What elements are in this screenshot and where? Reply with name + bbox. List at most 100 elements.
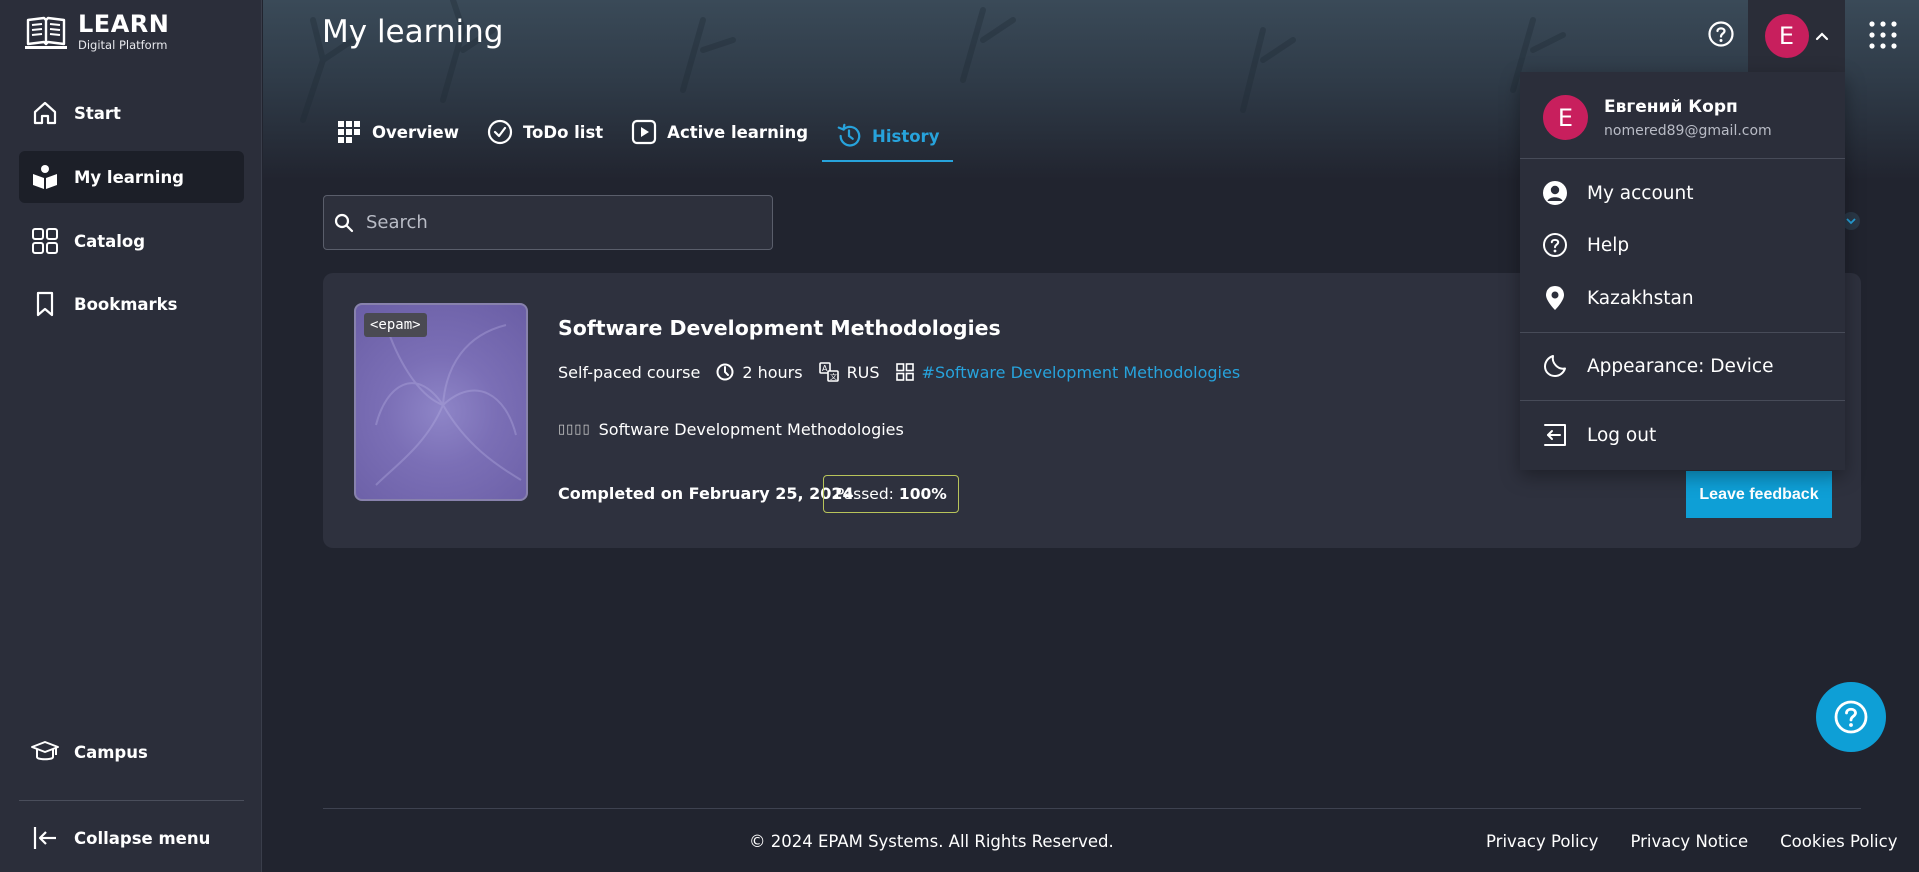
bookmark-icon bbox=[30, 289, 60, 319]
leave-feedback-button[interactable]: Leave feedback bbox=[1686, 471, 1832, 518]
provider-glyphs: ▯▯▯▯ bbox=[558, 422, 591, 437]
sidebar-item-label: Catalog bbox=[74, 231, 146, 251]
sidebar: LEARN Digital Platform Start My learning… bbox=[0, 0, 262, 872]
passed-badge: Passed: 100% bbox=[823, 475, 959, 513]
play-icon bbox=[631, 119, 657, 145]
course-meta: Self-paced course 2 hours A 文 RUS #Softw… bbox=[558, 362, 1256, 382]
course-provider: ▯▯▯▯ Software Development Methodologies bbox=[558, 420, 904, 439]
language-label: RUS bbox=[846, 362, 880, 382]
help-icon bbox=[1708, 21, 1734, 47]
course-tag[interactable]: #Software Development Methodologies bbox=[895, 363, 1241, 382]
user-name: Евгений Корп bbox=[1604, 96, 1738, 117]
sidebar-item-label: My learning bbox=[74, 167, 184, 187]
chevron-down-icon bbox=[1846, 218, 1856, 225]
category-icon bbox=[895, 363, 914, 381]
tab-active-learning[interactable]: Active learning bbox=[617, 112, 822, 152]
cookies-policy-link[interactable]: Cookies Policy bbox=[1780, 832, 1897, 851]
history-icon bbox=[836, 123, 862, 149]
search-icon bbox=[334, 213, 354, 232]
menu-item-label: My account bbox=[1587, 182, 1694, 204]
tab-label: ToDo list bbox=[522, 122, 604, 142]
dropdown-divider bbox=[1520, 158, 1845, 159]
tab-label: History bbox=[872, 126, 940, 146]
menu-item-label: Log out bbox=[1587, 424, 1657, 446]
header-help-button[interactable] bbox=[1707, 20, 1735, 48]
sidebar-item-start[interactable]: Start bbox=[19, 87, 244, 139]
sidebar-item-my-learning[interactable]: My learning bbox=[19, 151, 244, 203]
catalog-icon bbox=[30, 226, 60, 256]
location-pin-icon bbox=[1542, 285, 1568, 311]
course-tag-link[interactable]: #Software Development Methodologies bbox=[922, 363, 1241, 382]
sidebar-item-label: Campus bbox=[74, 742, 148, 762]
user-menu-button[interactable]: E bbox=[1748, 0, 1845, 72]
course-language: A 文 RUS bbox=[818, 362, 880, 382]
clock-icon bbox=[716, 363, 734, 381]
logout-icon bbox=[1542, 422, 1568, 448]
help-chat-button[interactable] bbox=[1816, 682, 1886, 752]
sidebar-item-campus[interactable]: Campus bbox=[19, 726, 244, 778]
menu-item-help[interactable]: Help bbox=[1542, 232, 1629, 258]
translate-icon: A 文 bbox=[818, 362, 839, 382]
svg-text:A: A bbox=[822, 364, 828, 373]
course-thumbnail[interactable]: <epam> bbox=[354, 303, 528, 501]
user-dropdown-menu: E Евгений Корп nomered89@gmail.com My ac… bbox=[1520, 72, 1845, 470]
brand-title: LEARN bbox=[78, 10, 170, 39]
help-icon bbox=[1834, 700, 1868, 734]
brand-subtitle: Digital Platform bbox=[78, 38, 168, 53]
home-icon bbox=[30, 98, 60, 128]
tab-todo-list[interactable]: ToDo list bbox=[473, 112, 617, 152]
tab-label: Active learning bbox=[667, 122, 809, 142]
help-icon bbox=[1542, 232, 1568, 258]
sidebar-item-label: Collapse menu bbox=[74, 828, 211, 848]
campus-icon bbox=[30, 737, 60, 767]
course-duration: 2 hours bbox=[716, 362, 803, 382]
footer-divider bbox=[323, 808, 1861, 809]
provider-name: Software Development Methodologies bbox=[598, 420, 904, 439]
collapse-menu-button[interactable]: Collapse menu bbox=[19, 812, 244, 864]
avatar: E bbox=[1543, 95, 1588, 140]
search-input[interactable] bbox=[364, 211, 748, 234]
sidebar-item-label: Bookmarks bbox=[74, 294, 178, 314]
user-email: nomered89@gmail.com bbox=[1604, 122, 1772, 139]
apps-grid-button[interactable] bbox=[1868, 20, 1898, 50]
collapse-icon bbox=[30, 823, 60, 853]
check-circle-icon bbox=[487, 119, 513, 145]
passed-value: 100% bbox=[898, 485, 947, 503]
sidebar-divider bbox=[19, 800, 244, 801]
sidebar-item-catalog[interactable]: Catalog bbox=[19, 215, 244, 267]
grid-icon bbox=[336, 119, 362, 145]
tab-overview[interactable]: Overview bbox=[322, 112, 473, 152]
sidebar-item-label: Start bbox=[74, 103, 121, 123]
provider-badge: <epam> bbox=[364, 313, 427, 337]
footer-links: Privacy Policy Privacy Notice Cookies Po… bbox=[1486, 832, 1897, 851]
book-logo-icon bbox=[25, 16, 67, 49]
duration-label: 2 hours bbox=[742, 362, 803, 382]
course-type-label: Self-paced course bbox=[558, 362, 701, 382]
copyright-text: © 2024 EPAM Systems. All Rights Reserved… bbox=[749, 832, 1114, 851]
menu-item-label: Appearance: Device bbox=[1587, 355, 1774, 377]
course-title[interactable]: Software Development Methodologies bbox=[558, 316, 1001, 340]
tab-history[interactable]: History bbox=[822, 112, 954, 162]
dropdown-divider bbox=[1520, 400, 1845, 401]
privacy-notice-link[interactable]: Privacy Notice bbox=[1630, 832, 1748, 851]
passed-label: Passed: bbox=[835, 485, 894, 503]
chevron-up-icon bbox=[1815, 32, 1828, 41]
dropdown-divider bbox=[1520, 332, 1845, 333]
completion-date: Completed on February 25, 2024 bbox=[558, 484, 854, 503]
account-icon bbox=[1542, 180, 1568, 206]
sidebar-item-bookmarks[interactable]: Bookmarks bbox=[19, 278, 244, 330]
privacy-policy-link[interactable]: Privacy Policy bbox=[1486, 832, 1598, 851]
menu-item-logout[interactable]: Log out bbox=[1542, 422, 1656, 448]
apps-grid-icon bbox=[1869, 21, 1897, 49]
search-box bbox=[323, 195, 773, 250]
menu-item-my-account[interactable]: My account bbox=[1542, 180, 1694, 206]
logo[interactable]: LEARN Digital Platform bbox=[24, 12, 169, 52]
menu-item-location[interactable]: Kazakhstan bbox=[1542, 285, 1694, 311]
course-type: Self-paced course bbox=[558, 363, 700, 382]
svg-text:文: 文 bbox=[830, 372, 837, 381]
menu-item-label: Help bbox=[1587, 234, 1630, 256]
menu-item-label: Kazakhstan bbox=[1587, 287, 1694, 309]
page-title: My learning bbox=[322, 14, 504, 50]
dropdown-user-info: E Евгений Корп nomered89@gmail.com bbox=[1543, 95, 1772, 140]
menu-item-appearance[interactable]: Appearance: Device bbox=[1542, 353, 1773, 379]
